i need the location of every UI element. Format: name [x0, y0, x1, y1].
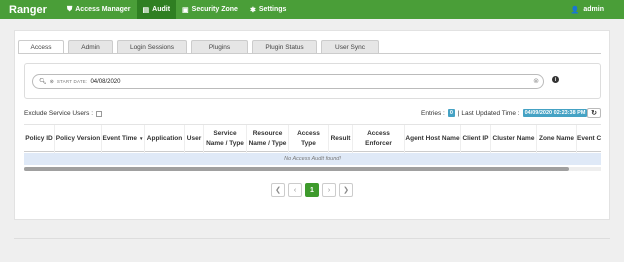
user-name: admin	[583, 6, 604, 13]
tab-access[interactable]: Access	[18, 40, 64, 53]
access-audit-table: Policy ID Policy Version Event Time ▼ App…	[24, 124, 601, 172]
exclude-label: Exclude Service Users :	[24, 110, 93, 117]
audit-tabs: Access Admin Login Sessions Plugins Plug…	[18, 40, 379, 53]
exclude-checkbox[interactable]	[96, 110, 102, 117]
nav-label: Access Manager	[75, 6, 131, 13]
top-navbar: Ranger ⛊ Access Manager ▤ Audit ▣ Securi…	[0, 0, 624, 19]
remove-filter-icon[interactable]: ⊗	[50, 79, 54, 85]
info-icon[interactable]: i	[552, 76, 559, 83]
col-service[interactable]: Service Name / Type	[204, 125, 247, 153]
brand-logo[interactable]: Ranger	[9, 4, 61, 16]
next-page-button[interactable]: ›	[322, 183, 336, 197]
footer-divider	[14, 238, 610, 239]
tab-admin[interactable]: Admin	[68, 40, 113, 53]
page-1-button[interactable]: 1	[305, 183, 319, 197]
col-agent-host-name[interactable]: Agent Host Name	[405, 125, 461, 153]
nav-security-zone[interactable]: ▣ Security Zone	[176, 0, 244, 19]
tab-login-sessions[interactable]: Login Sessions	[117, 40, 187, 53]
tab-plugin-status[interactable]: Plugin Status	[252, 40, 317, 53]
col-cluster-name[interactable]: Cluster Name	[491, 125, 537, 153]
last-page-button[interactable]: ❯	[339, 183, 353, 197]
user-menu[interactable]: 👤 admin	[571, 0, 604, 19]
file-icon: ▤	[142, 6, 150, 14]
nav-settings[interactable]: ✱ Settings	[244, 0, 293, 19]
col-event-count[interactable]: Event C	[577, 125, 601, 153]
nav-audit[interactable]: ▤ Audit	[136, 0, 177, 19]
col-resource[interactable]: Resource Name / Type	[247, 125, 289, 153]
zone-icon: ▣	[182, 6, 189, 14]
first-page-button[interactable]: ❮	[271, 183, 285, 197]
horizontal-scrollbar[interactable]	[24, 167, 601, 171]
empty-message: No Access Audit found!	[284, 156, 341, 162]
gear-icon: ✱	[249, 6, 256, 14]
col-zone-name[interactable]: Zone Name	[537, 125, 577, 153]
col-access-enforcer[interactable]: Access Enforcer	[353, 125, 405, 153]
entries-count-badge: 0	[447, 109, 455, 117]
refresh-icon: ↻	[591, 110, 597, 117]
nav-label: Audit	[152, 6, 171, 13]
tab-plugins[interactable]: Plugins	[191, 40, 248, 53]
col-access-type[interactable]: Access Type	[289, 125, 329, 153]
search-container: 🔍︎ ⊗ START DATE: 04/08/2020 ⊗ i	[24, 63, 601, 99]
tab-divider	[18, 53, 601, 54]
col-policy-version[interactable]: Policy Version	[55, 125, 102, 153]
last-updated-label: | Last Updated Time :	[457, 109, 520, 117]
empty-table-row: No Access Audit found!	[24, 153, 601, 165]
table-header: Policy ID Policy Version Event Time ▼ App…	[24, 124, 601, 153]
nav-label: Security Zone	[191, 6, 238, 13]
search-icon: 🔍︎	[39, 79, 47, 85]
col-client-ip[interactable]: Client IP	[461, 125, 491, 153]
refresh-button[interactable]: ↻	[587, 108, 601, 118]
clear-search-icon[interactable]: ⊗	[533, 77, 539, 85]
pagination: ❮ ‹ 1 › ❯	[271, 183, 353, 197]
filter-chip-label: START DATE:	[56, 79, 88, 84]
audit-panel: Access Admin Login Sessions Plugins Plug…	[14, 30, 610, 220]
col-event-time[interactable]: Event Time ▼	[102, 125, 145, 153]
col-user[interactable]: User	[185, 125, 204, 153]
nav-label: Settings	[258, 6, 287, 13]
search-input[interactable]: 🔍︎ ⊗ START DATE: 04/08/2020 ⊗	[32, 74, 544, 89]
last-updated-badge: 04/09/2020 02:23:38 PM	[522, 109, 588, 117]
entries-info: Entries : 0 | Last Updated Time : 04/09/…	[421, 109, 588, 117]
nav-access-manager[interactable]: ⛊ Access Manager	[61, 0, 137, 19]
user-icon: 👤	[570, 6, 580, 14]
prev-page-button[interactable]: ‹	[288, 183, 302, 197]
col-policy-id[interactable]: Policy ID	[24, 125, 55, 153]
col-result[interactable]: Result	[329, 125, 353, 153]
tab-user-sync[interactable]: User Sync	[321, 40, 379, 53]
col-application[interactable]: Application	[145, 125, 185, 153]
entries-label: Entries :	[421, 109, 445, 117]
filter-chip-value[interactable]: 04/08/2020	[90, 79, 120, 85]
sort-desc-icon[interactable]: ▼	[139, 136, 143, 143]
exclude-service-users: Exclude Service Users :	[24, 110, 102, 117]
scrollbar-thumb[interactable]	[24, 167, 569, 171]
shield-icon: ⛊	[67, 5, 73, 13]
